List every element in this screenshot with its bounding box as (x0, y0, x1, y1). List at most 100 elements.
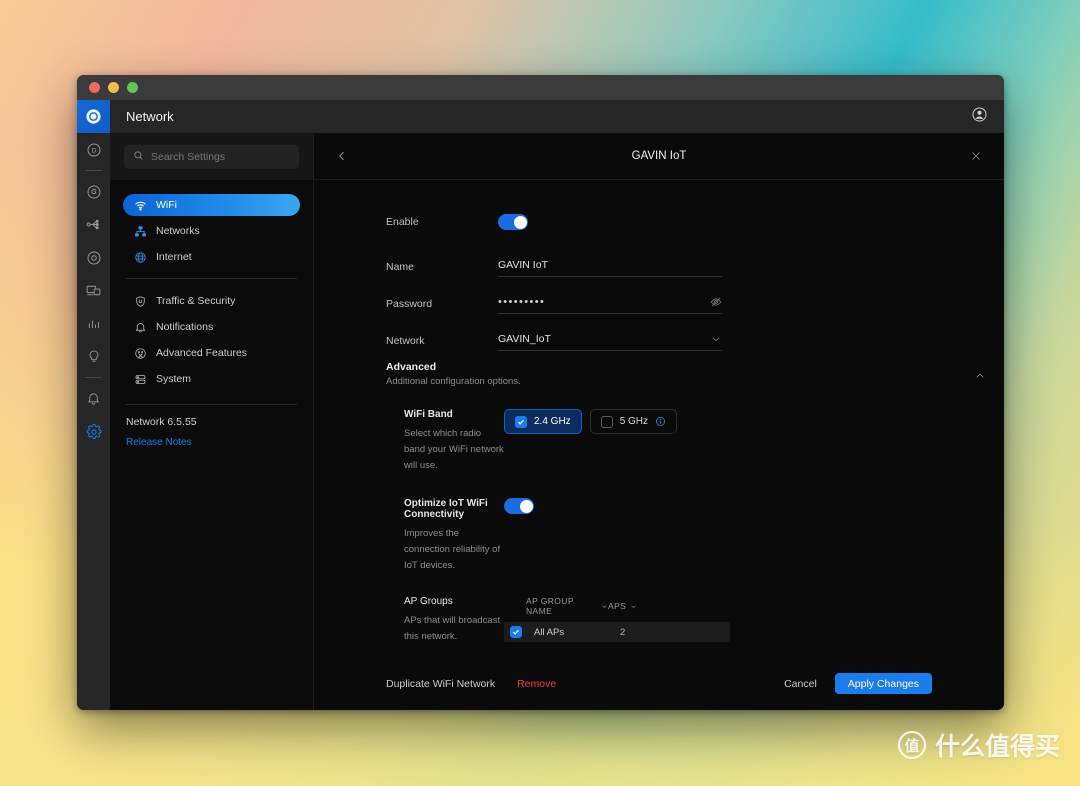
devices-icon[interactable] (77, 274, 110, 307)
wifi-detail-panel: GAVIN IoT Enable Name GAVIN IoT Password… (314, 133, 1004, 710)
bell-icon (133, 321, 147, 334)
remove-button[interactable]: Remove (517, 678, 556, 690)
band-option-label: 5 GHz (619, 416, 649, 427)
app-rail: D (77, 100, 110, 710)
table-header-row: AP GROUP NAME APS (504, 596, 730, 622)
ap-groups-description: APs that will broadcast this network. (404, 615, 501, 642)
close-icon[interactable] (966, 150, 986, 162)
innovation-icon[interactable] (77, 340, 110, 373)
apply-changes-button[interactable]: Apply Changes (834, 673, 932, 694)
table-row[interactable]: All APs 2 (504, 622, 730, 642)
eye-off-icon[interactable] (710, 296, 722, 308)
unifi-logo-icon[interactable] (77, 100, 110, 133)
duplicate-wifi-network-button[interactable]: Duplicate WiFi Network (386, 678, 495, 690)
advanced-section-header[interactable]: Advanced Additional configuration option… (314, 361, 1004, 387)
sidebar-item-networks[interactable]: Networks (123, 220, 300, 242)
back-button[interactable] (332, 150, 352, 162)
sidebar-item-notifications[interactable]: Notifications (123, 316, 300, 338)
checkbox-icon[interactable] (515, 415, 527, 428)
band-option-5ghz[interactable]: 5 GHz (589, 409, 678, 434)
toggle-knob (513, 215, 527, 229)
notifications-bell-icon[interactable] (77, 382, 110, 415)
topology-icon[interactable] (77, 208, 110, 241)
protect-app-icon[interactable] (77, 241, 110, 274)
settings-gear-icon[interactable] (77, 415, 110, 448)
console-d-icon[interactable]: D (77, 133, 110, 166)
detail-footer: Duplicate WiFi Network Remove Cancel App… (314, 673, 1004, 694)
enable-toggle[interactable] (498, 214, 528, 230)
chevron-up-icon[interactable] (974, 361, 986, 387)
password-value: ••••••••• (498, 296, 546, 308)
setting-optimize-iot: Optimize IoT WiFi Connectivity Improves … (314, 498, 1004, 574)
advanced-title: Advanced (386, 361, 437, 373)
sidebar-item-label: WiFi (156, 199, 177, 211)
band-option-label: 2.4 GHz (534, 416, 571, 427)
sidebar-item-internet[interactable]: Internet (123, 246, 300, 268)
sidebar-divider (126, 278, 297, 279)
search-icon (133, 148, 144, 166)
window-maximize-button[interactable] (127, 82, 138, 93)
optimize-iot-description: Improves the connection reliability of I… (404, 528, 501, 571)
search-input[interactable] (151, 150, 290, 163)
network-app-icon[interactable] (77, 175, 110, 208)
app-window: D Network Search Settings WiFi Networks … (77, 75, 1004, 710)
detail-scroll-area: Enable Name GAVIN IoT Password •••••••••… (314, 180, 1004, 710)
toggle-knob (519, 499, 533, 513)
sidebar-item-advanced-features[interactable]: Advanced Features (123, 342, 300, 364)
band-option-2-4ghz[interactable]: 2.4 GHz (504, 409, 582, 434)
field-password: Password ••••••••• (314, 296, 1004, 314)
advanced-icon (133, 347, 147, 360)
setting-ap-groups: AP Groups APs that will broadcast this n… (314, 596, 1004, 645)
ap-groups-title: AP Groups (404, 596, 453, 607)
internet-icon (133, 251, 147, 264)
field-network: Network GAVIN_IoT (314, 333, 1004, 351)
sidebar-item-traffic-security[interactable]: Traffic & Security (123, 290, 300, 312)
column-header-ap-group-name[interactable]: AP GROUP NAME (504, 596, 608, 616)
sidebar-item-label: Internet (156, 251, 192, 263)
name-input[interactable]: GAVIN IoT (498, 259, 722, 277)
sidebar-item-wifi[interactable]: WiFi (123, 194, 300, 216)
sidebar-divider-2 (126, 404, 297, 405)
sidebar-item-label: Networks (156, 225, 200, 237)
checkbox-icon[interactable] (600, 415, 613, 428)
field-label: Name (386, 261, 415, 273)
wifi-band-options: 2.4 GHz 5 GHz (504, 409, 678, 434)
info-icon[interactable] (655, 416, 666, 427)
password-input[interactable]: ••••••••• (498, 296, 722, 314)
site-watermark: 值 什么值得买 (897, 727, 1060, 763)
shield-icon (133, 295, 147, 308)
network-value: GAVIN_IoT (498, 333, 551, 345)
name-value: GAVIN IoT (498, 259, 548, 271)
ap-group-name: All APs (534, 626, 565, 638)
wifi-band-title: WiFi Band (404, 409, 453, 420)
window-minimize-button[interactable] (108, 82, 119, 93)
app-title: Network (126, 109, 174, 124)
row-checkbox-icon[interactable] (510, 626, 522, 638)
column-header-aps[interactable]: APS (608, 596, 637, 616)
sort-chevron-icon (631, 604, 637, 608)
release-notes-link[interactable]: Release Notes (110, 437, 313, 448)
optimize-iot-toggle[interactable] (504, 498, 534, 514)
network-version: Network 6.5.55 (126, 416, 197, 428)
rail-divider-top (85, 170, 102, 171)
watermark-text: 什么值得买 (934, 732, 1060, 761)
sidebar-item-label: System (156, 373, 192, 385)
sidebar-nav: WiFi Networks Internet Traffic & Securit… (110, 180, 313, 405)
detail-header: GAVIN IoT (314, 133, 1004, 180)
search-box[interactable] (124, 144, 299, 169)
cancel-button[interactable]: Cancel (784, 678, 817, 690)
ap-groups-table: AP GROUP NAME APS All APs 2 (504, 596, 730, 642)
settings-sidebar: WiFi Networks Internet (110, 133, 314, 710)
advanced-subtitle: Additional configuration options. (386, 376, 521, 387)
insights-icon[interactable] (77, 307, 110, 340)
network-select[interactable]: GAVIN_IoT (498, 333, 722, 351)
column-label: APS (608, 601, 627, 611)
chevron-down-icon[interactable] (710, 333, 722, 345)
networks-icon (133, 225, 147, 238)
sidebar-item-label: Advanced Features (156, 347, 248, 359)
sidebar-item-system[interactable]: System (123, 368, 300, 390)
window-close-button[interactable] (89, 82, 100, 93)
account-avatar-icon[interactable] (971, 106, 988, 128)
field-label: Enable (386, 216, 419, 228)
rail-divider-bottom (85, 377, 102, 378)
